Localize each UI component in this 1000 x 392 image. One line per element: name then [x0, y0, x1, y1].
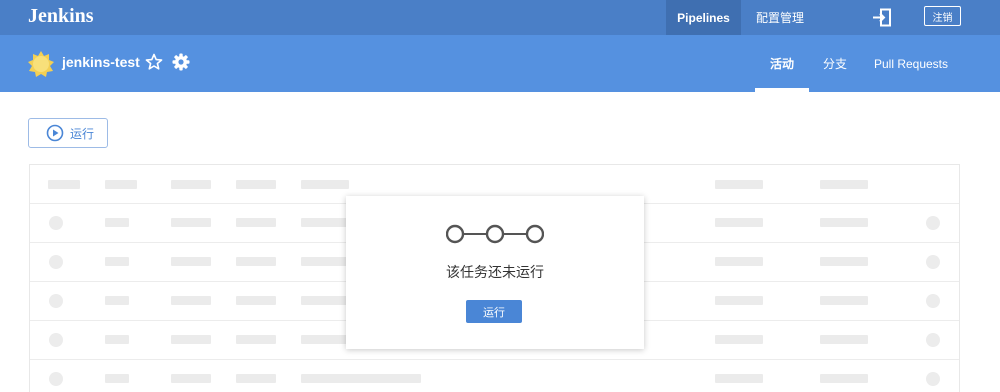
placeholder-circle [926, 216, 940, 230]
placeholder-bar [301, 296, 349, 305]
placeholder-bar [301, 335, 349, 344]
nav-admin[interactable]: 配置管理 [744, 0, 816, 35]
jenkins-logo[interactable]: Jenkins [28, 5, 94, 28]
placeholder-bar [171, 374, 211, 383]
tab-branches[interactable]: 分支 [812, 35, 858, 92]
placeholder-bar [236, 257, 276, 266]
placeholder-bar [171, 296, 211, 305]
placeholder-bar [301, 180, 349, 189]
placeholder-bar [105, 180, 137, 189]
nav-pipelines[interactable]: Pipelines [666, 0, 741, 35]
placeholder-bar [105, 296, 129, 305]
project-title[interactable]: jenkins-test [62, 54, 140, 70]
placeholder-bar [301, 257, 349, 266]
placeholder-circle [926, 294, 940, 308]
placeholder-circle [49, 372, 63, 386]
placeholder-bar [236, 374, 276, 383]
placeholder-bar [171, 218, 211, 227]
empty-state-run-button[interactable]: 运行 [466, 300, 522, 323]
table-row-placeholder [30, 360, 959, 392]
placeholder-bar [236, 218, 276, 227]
placeholder-bar [236, 180, 276, 189]
placeholder-circle [926, 333, 940, 347]
placeholder-circle [49, 294, 63, 308]
tab-pull-requests[interactable]: Pull Requests [868, 35, 954, 92]
placeholder-bar [820, 218, 868, 227]
logout-button[interactable]: 注销 [924, 6, 961, 26]
placeholder-bar [171, 335, 211, 344]
top-navbar: Jenkins Pipelines 配置管理 注销 [0, 0, 1000, 35]
gear-icon[interactable] [172, 53, 190, 71]
empty-state-title: 该任务还未运行 [446, 264, 544, 280]
tab-activity[interactable]: 活动 [755, 35, 809, 92]
placeholder-bar [715, 374, 763, 383]
placeholder-circle [49, 333, 63, 347]
placeholder-bar [820, 374, 868, 383]
run-button-label: 运行 [70, 126, 95, 141]
placeholder-bar [48, 180, 80, 189]
placeholder-bar [105, 374, 129, 383]
placeholder-bar [301, 374, 421, 383]
empty-state-card: 该任务还未运行 运行 [346, 196, 644, 349]
placeholder-bar [715, 335, 763, 344]
placeholder-bar [105, 257, 129, 266]
placeholder-bar [236, 296, 276, 305]
placeholder-bar [171, 180, 211, 189]
exit-icon[interactable] [872, 8, 892, 27]
placeholder-circle [49, 216, 63, 230]
placeholder-bar [715, 296, 763, 305]
sun-icon [28, 51, 54, 77]
placeholder-circle [926, 372, 940, 386]
run-button[interactable]: 运行 [28, 118, 108, 148]
placeholder-bar [820, 257, 868, 266]
placeholder-bar [715, 180, 763, 189]
placeholder-bar [105, 335, 129, 344]
placeholder-bar [820, 296, 868, 305]
placeholder-circle [49, 255, 63, 269]
pipeline-nodes-icon [446, 224, 544, 244]
placeholder-bar [105, 218, 129, 227]
star-icon[interactable] [145, 53, 163, 71]
placeholder-bar [820, 180, 868, 189]
placeholder-bar [820, 335, 868, 344]
placeholder-bar [236, 335, 276, 344]
play-circle-icon [46, 124, 64, 142]
placeholder-bar [301, 218, 349, 227]
placeholder-circle [926, 255, 940, 269]
placeholder-bar [715, 257, 763, 266]
placeholder-bar [171, 257, 211, 266]
project-header: jenkins-test 活动 分支 Pull Requests [0, 35, 1000, 92]
placeholder-bar [715, 218, 763, 227]
